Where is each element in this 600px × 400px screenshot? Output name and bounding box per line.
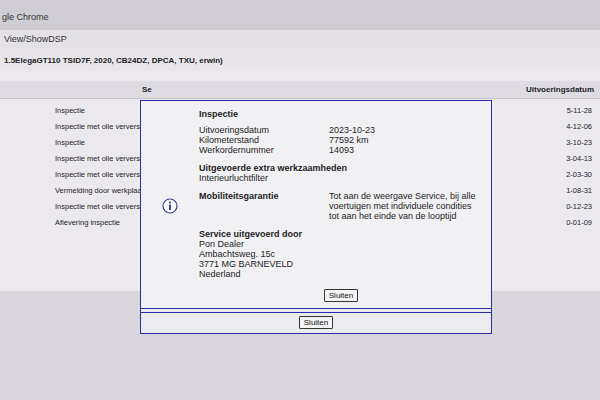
dialog-title: Inspectie [199, 109, 483, 119]
section-text: Tot aan de weergave Service, bij alle vo… [329, 191, 483, 221]
section: Uitgevoerde extra werkzaamheden Interieu… [199, 163, 483, 183]
date-cell: 4-12-06 [566, 122, 592, 132]
dialog-panel: Inspectie Uitvoeringsdatum 2023-10-23Kil… [141, 101, 491, 309]
browser-title: gle Chrome [2, 12, 49, 22]
table-header: Se Uitvoeringsdatum [0, 81, 600, 99]
date-cell: 2-03-30 [566, 170, 592, 180]
field-value: 77592 km [329, 135, 483, 145]
vehicle-header: 1.5ElegaGT110 TSID7F, 2020, CB24DZ, DPCA… [0, 48, 600, 71]
section-heading: Service uitgevoerd door [199, 229, 483, 239]
dialog-footer: Sluiten [141, 313, 491, 333]
service-cell: Vermelding door werkplaats [55, 186, 148, 196]
section: Service uitgevoerd door Pon DealerAmbach… [199, 229, 483, 279]
date-cell: 1-08-31 [566, 186, 592, 196]
section-text: Pon Dealer [199, 239, 483, 249]
close-button[interactable]: Sluiten [324, 289, 358, 302]
date-cell: 3-04-13 [566, 154, 592, 164]
vehicle-text: 1.5ElegaGT110 TSID7F, 2020, CB24DZ, DPCA… [4, 56, 223, 65]
close-button[interactable]: Sluiten [299, 316, 333, 329]
section-heading: Mobiliteitsgarantie [199, 191, 329, 221]
address-text: View/ShowDSP [4, 34, 67, 44]
section-text: 3771 MG BARNEVELD [199, 259, 483, 269]
section-heading: Uitgevoerde extra werkzaamheden [199, 163, 483, 173]
field-label: Kilometerstand [199, 135, 329, 145]
date-cell: 0-12-23 [566, 202, 592, 212]
field-value: 2023-10-23 [329, 125, 483, 135]
address-bar[interactable]: View/ShowDSP [0, 30, 600, 48]
service-cell: Inspectie [55, 138, 85, 148]
info-icon [162, 198, 178, 214]
browser-title-bar: gle Chrome [0, 0, 600, 30]
section: Mobiliteitsgarantie Tot aan de weergave … [199, 191, 483, 221]
date-cell: 0-01-09 [566, 218, 592, 228]
field-value: 14093 [329, 145, 483, 155]
date-cell: 3-10-23 [566, 138, 592, 148]
field-label: Uitvoeringsdatum [199, 125, 329, 135]
section-text: Interieurluchtfilter [199, 173, 483, 183]
inspection-dialog: Inspectie Uitvoeringsdatum 2023-10-23Kil… [140, 100, 492, 334]
date-cell: 5-11-28 [567, 106, 592, 116]
service-cell: Aflevering inspectie [55, 218, 120, 228]
screen: gle Chrome View/ShowDSP 1.5ElegaGT110 TS… [0, 0, 600, 400]
field-label: Werkordernummer [199, 145, 329, 155]
column-header: Uitvoeringsdatum [526, 85, 594, 94]
section-text: Ambachtsweg. 15c [199, 249, 483, 259]
column-header: Se [142, 85, 152, 94]
service-cell: Inspectie [55, 106, 85, 116]
section-text: Nederland [199, 269, 483, 279]
